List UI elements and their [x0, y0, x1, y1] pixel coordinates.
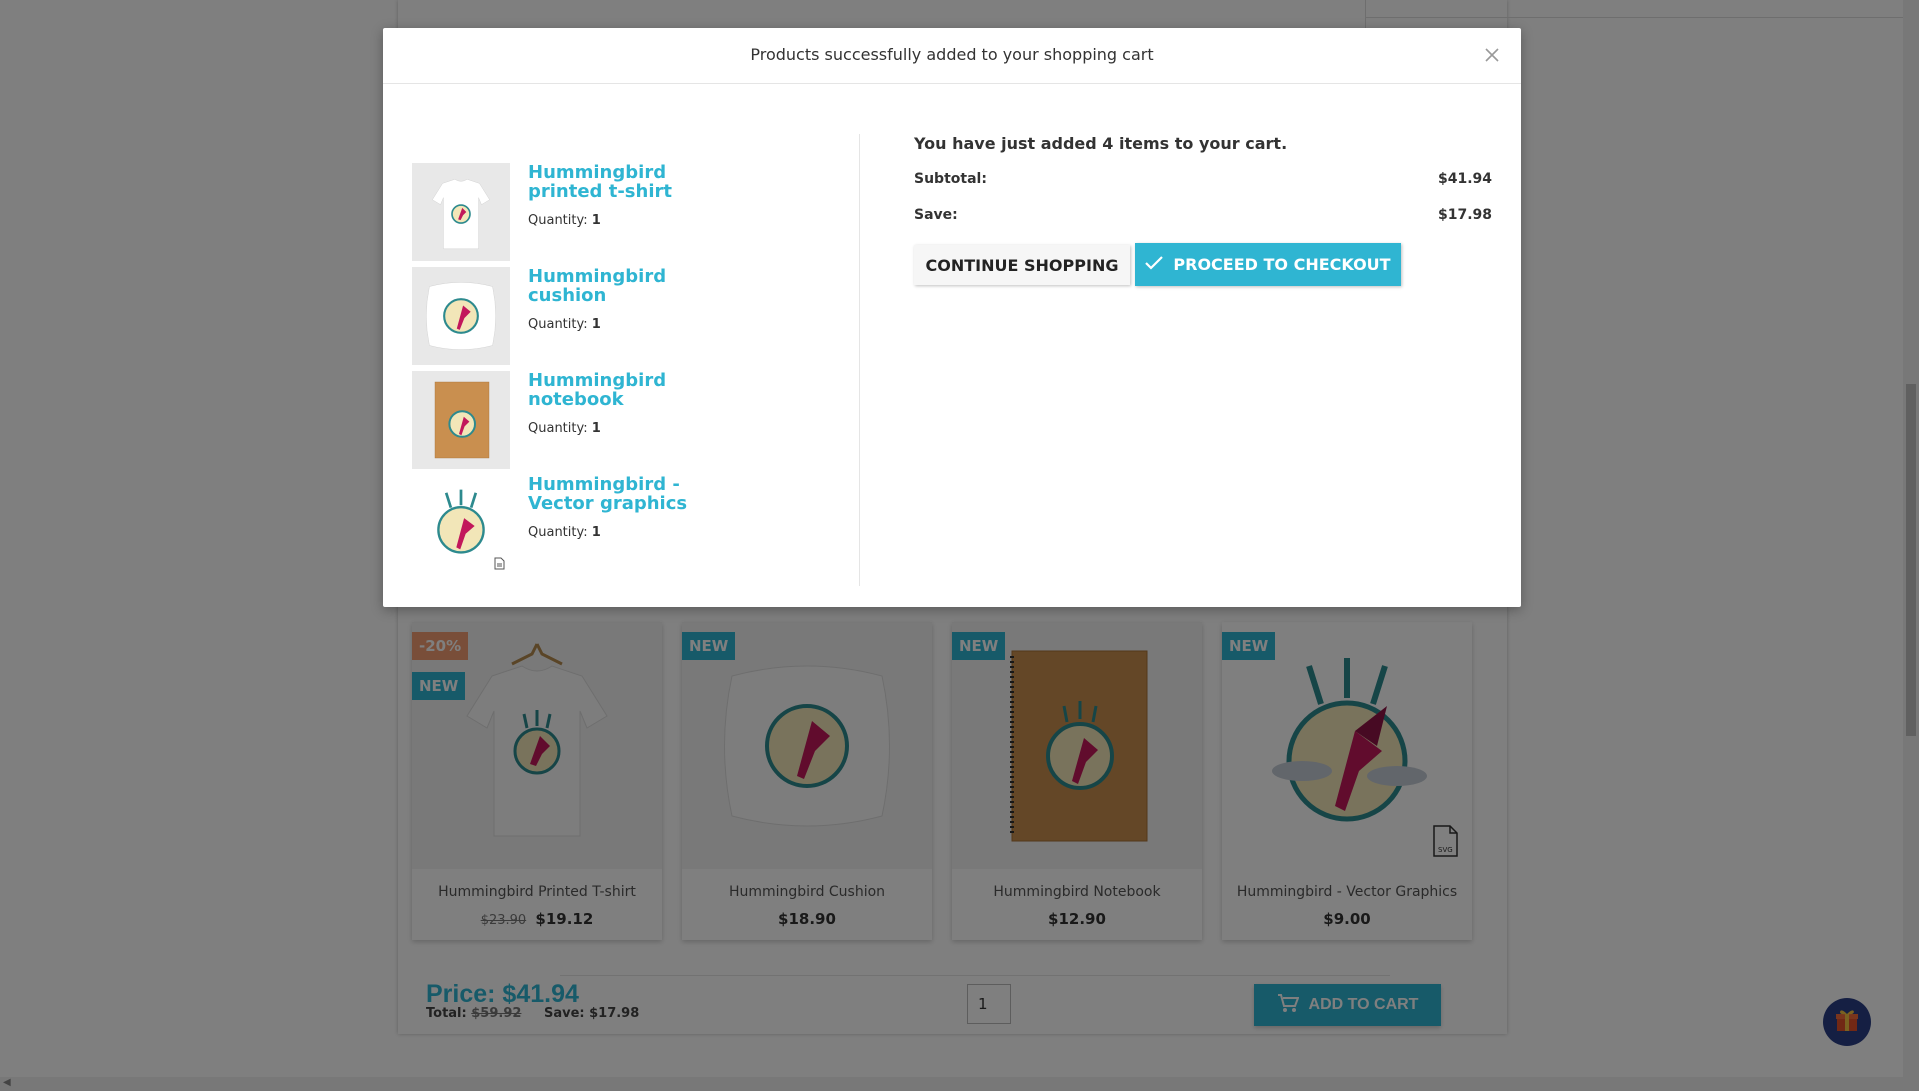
- item-quantity: Quantity: 1: [528, 421, 601, 436]
- close-icon: [1485, 47, 1499, 66]
- cart-item: Hummingbird printed t-shirt Quantity: 1: [412, 163, 842, 263]
- item-thumbnail: [412, 163, 510, 261]
- quantity-label: Quantity:: [528, 421, 588, 436]
- quantity-label: Quantity:: [528, 317, 588, 332]
- save-label: Save:: [914, 207, 958, 223]
- quantity-value: 1: [591, 525, 601, 540]
- quantity-value: 1: [591, 213, 601, 228]
- quantity-label: Quantity:: [528, 525, 588, 540]
- item-name[interactable]: Hummingbird printed t-shirt: [528, 163, 738, 201]
- subtotal-label: Subtotal:: [914, 171, 987, 187]
- close-button[interactable]: [1479, 43, 1505, 69]
- cart-item: Hummingbird notebook Quantity: 1: [412, 371, 842, 471]
- quantity-value: 1: [591, 317, 601, 332]
- quantity-value: 1: [591, 421, 601, 436]
- continue-shopping-button[interactable]: CONTINUE SHOPPING: [914, 245, 1130, 285]
- checkout-label: PROCEED TO CHECKOUT: [1173, 255, 1391, 274]
- modal-divider: [859, 134, 860, 586]
- cart-item: Hummingbird cushion Quantity: 1: [412, 267, 842, 367]
- item-quantity: Quantity: 1: [528, 525, 601, 540]
- quantity-label: Quantity:: [528, 213, 588, 228]
- item-name[interactable]: Hummingbird notebook: [528, 371, 738, 409]
- item-quantity: Quantity: 1: [528, 213, 601, 228]
- subtotal-value: $41.94: [1437, 171, 1492, 187]
- modal-title: Products successfully added to your shop…: [750, 45, 1154, 64]
- cart-modal: Products successfully added to your shop…: [383, 28, 1521, 607]
- save-value: $17.98: [1437, 207, 1492, 223]
- item-quantity: Quantity: 1: [528, 317, 601, 332]
- item-name[interactable]: Hummingbird cushion: [528, 267, 738, 305]
- added-message: You have just added 4 items to your cart…: [914, 134, 1288, 153]
- item-name[interactable]: Hummingbird - Vector graphics: [528, 475, 738, 513]
- proceed-to-checkout-button[interactable]: PROCEED TO CHECKOUT: [1135, 243, 1401, 286]
- item-thumbnail: [412, 371, 510, 469]
- check-icon: [1145, 255, 1164, 274]
- file-icon: [494, 555, 505, 574]
- cart-item: Hummingbird - Vector graphics Quantity: …: [412, 475, 842, 575]
- item-thumbnail: [412, 267, 510, 365]
- modal-header: Products successfully added to your shop…: [383, 28, 1521, 84]
